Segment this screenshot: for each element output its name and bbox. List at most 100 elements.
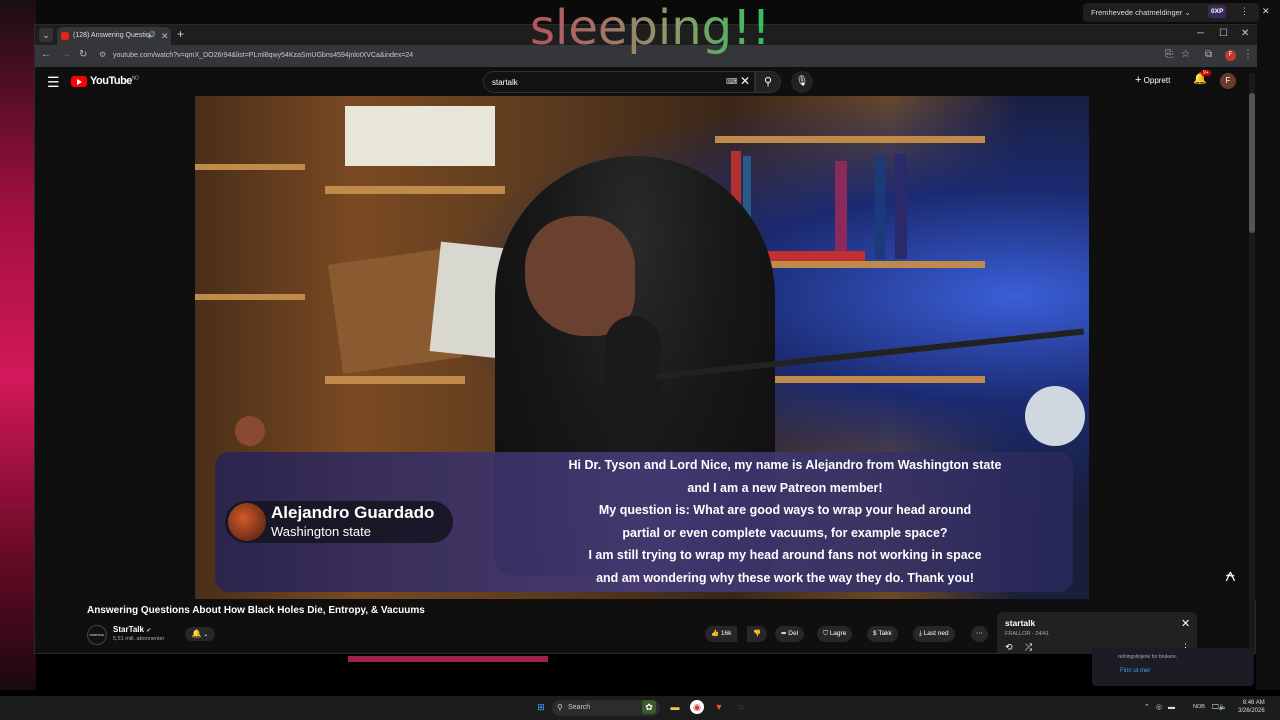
voice-search-button[interactable]: 🎙 <box>791 71 813 93</box>
shelf <box>325 186 505 194</box>
shuffle-icon[interactable]: ⤮ <box>1025 642 1032 653</box>
download-icon: ⤓ <box>919 630 922 637</box>
minimize-icon[interactable]: ─ <box>1197 28 1204 39</box>
verified-icon: ✔ <box>146 628 152 634</box>
host-hand <box>525 216 635 336</box>
install-app-icon[interactable]: ⎘ <box>1165 49 1173 60</box>
shelf <box>325 376 465 384</box>
page-margin <box>1089 96 1257 599</box>
search-highlight-icon: ✿ <box>642 700 656 714</box>
browser-menu-icon[interactable]: ⋮ <box>1243 49 1253 60</box>
book <box>755 251 865 261</box>
desktop-edge <box>1256 0 1280 690</box>
xp-badge: 0XP <box>1208 5 1227 18</box>
learn-more-link[interactable]: Finn ut mer <box>1120 668 1150 674</box>
question-line: I am still trying to wrap my head around… <box>588 548 982 562</box>
globe <box>235 416 265 446</box>
microphone-icon: 🎙 <box>795 76 809 87</box>
chat-close-icon[interactable]: ✕ <box>1262 6 1270 17</box>
browser-tab-youtube[interactable]: (128) Answering Questio 🔊 ✕ <box>57 27 171 45</box>
youtube-logo-icon[interactable] <box>71 76 87 87</box>
create-button[interactable]: + Opprett <box>1135 74 1170 86</box>
app-icon[interactable]: ◌ <box>734 700 748 714</box>
channel-avatar[interactable]: STARTALK <box>87 625 107 645</box>
share-icon: ➦ <box>781 630 787 637</box>
guest-question: Hi Dr. Tyson and Lord Nice, my name is A… <box>525 454 1045 589</box>
windows-start-icon[interactable]: ⊞ <box>534 700 548 714</box>
tab-search-button[interactable]: ⌄ <box>39 28 53 42</box>
loop-icon[interactable]: ⟲ <box>1005 642 1013 653</box>
new-tab-button[interactable]: + <box>177 27 184 41</box>
maximize-icon[interactable]: ☐ <box>1219 28 1228 39</box>
save-button[interactable]: ⛉ Lagre <box>817 626 853 642</box>
search-button[interactable]: ⚲ <box>755 71 781 93</box>
book <box>835 161 847 259</box>
guest-location: Washington state <box>271 524 371 539</box>
search-input[interactable] <box>492 76 712 89</box>
channel-name[interactable]: StarTalk ✔ <box>113 625 151 634</box>
desktop-wallpaper <box>0 0 36 690</box>
subscription-bell-button[interactable]: 🔔 ⌄ <box>185 627 215 641</box>
more-actions-button[interactable]: ⋯ <box>971 626 988 642</box>
profile-avatar-icon[interactable]: F <box>1225 50 1236 61</box>
notifications-badge: 9+ <box>1201 70 1211 76</box>
site-info-icon[interactable]: ⚙ <box>99 50 106 59</box>
page-scrollbar[interactable] <box>1249 73 1255 653</box>
clear-search-icon[interactable]: ✕ <box>740 74 750 88</box>
book <box>875 156 885 259</box>
framed-certificate <box>345 106 495 166</box>
bookmark-star-icon[interactable]: ☆ <box>1181 49 1190 60</box>
reload-icon[interactable]: ↻ <box>79 49 87 60</box>
create-label: Opprett <box>1143 76 1171 85</box>
search-box: ⌨ ✕ <box>483 71 755 93</box>
file-explorer-icon[interactable]: ▬ <box>668 700 682 714</box>
video-title: Answering Questions About How Black Hole… <box>87 605 425 616</box>
tab-title: (128) Answering Questio <box>73 32 150 39</box>
clock-time: 8:46 AM <box>1242 700 1265 706</box>
audio-playing-icon[interactable]: 🔊 <box>147 27 156 45</box>
input-language[interactable]: NOB <box>1193 704 1205 710</box>
studio-microphone <box>605 316 661 456</box>
more-horizontal-icon: ⋯ <box>976 630 983 637</box>
like-button[interactable]: 👍 16k <box>705 626 738 642</box>
dislike-button[interactable]: 👎 <box>747 626 768 642</box>
thumbs-down-icon: 👎 <box>753 630 762 637</box>
close-tab-icon[interactable]: ✕ <box>161 27 169 45</box>
close-window-icon[interactable]: ✕ <box>1241 28 1249 39</box>
guest-name-card: Alejandro Guardado Washington state <box>225 501 453 543</box>
back-icon[interactable]: ← <box>41 49 51 60</box>
video-player[interactable]: Alejandro Guardado Washington state Hi D… <box>195 96 1089 599</box>
bookmark-icon: ⛉ <box>823 630 828 637</box>
system-tray-icons[interactable]: ⌃◎▬ <box>1144 703 1181 711</box>
plus-icon: + <box>1135 74 1142 86</box>
forward-icon[interactable]: → <box>61 49 71 60</box>
thumbs-up-icon: 👍 <box>711 630 720 637</box>
chevron-down-icon: ⌄ <box>201 632 209 638</box>
close-playlist-icon[interactable]: ✕ <box>1181 617 1190 630</box>
extension-overlay-icon[interactable]: ⍲ <box>1225 565 1236 586</box>
keyboard-icon[interactable]: ⌨ <box>726 77 738 86</box>
question-line: and I am a new Patreon member! <box>687 480 883 495</box>
search-icon: ⚲ <box>763 76 773 88</box>
featured-chat-dropdown[interactable]: Fremhevede chatmeldinger ⌄ <box>1083 3 1259 22</box>
download-button[interactable]: ⤓ Last ned <box>913 626 955 642</box>
question-line: partial or even complete vacuums, for ex… <box>622 525 948 540</box>
hamburger-menu-icon[interactable]: ☰ <box>47 74 60 91</box>
thanks-button[interactable]: $ Takk <box>867 626 898 642</box>
chrome-icon[interactable]: ◉ <box>690 700 704 714</box>
share-button[interactable]: ➦ Del <box>775 626 805 642</box>
chat-notice-popup: retningslinjene for brukere. Finn ut mer <box>1092 648 1254 686</box>
guest-name: Alejandro Guardado <box>271 503 435 522</box>
extensions-icon[interactable]: ⧉ <box>1205 49 1212 60</box>
shelf <box>195 164 305 170</box>
shelf <box>195 294 305 300</box>
account-avatar[interactable]: F <box>1220 73 1236 89</box>
network-volume-icons[interactable]: 🖵🔈 <box>1212 703 1227 712</box>
playlist-title[interactable]: startalk <box>1005 618 1035 628</box>
clock[interactable]: 8:46 AM 3/26/2026 <box>1238 699 1265 715</box>
notice-text: retningslinjene for brukere. <box>1118 654 1178 660</box>
scrollbar-thumb[interactable] <box>1249 93 1255 233</box>
brave-icon[interactable]: ▼ <box>712 700 726 714</box>
youtube-wordmark[interactable]: YouTubeNO <box>90 75 139 87</box>
chat-menu-icon[interactable]: ⋮ <box>1240 6 1249 17</box>
